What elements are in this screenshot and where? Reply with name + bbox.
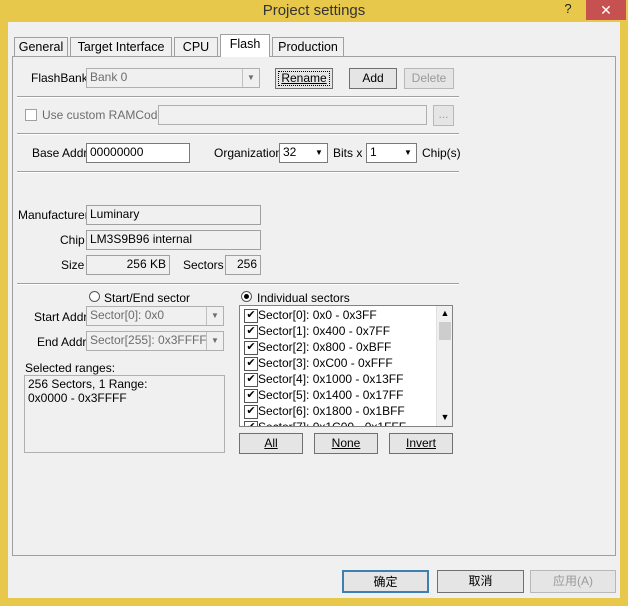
individual-sectors-radio[interactable] [241,291,252,302]
ok-button[interactable]: 确定 [342,570,429,593]
chips-value: 1 [370,145,377,159]
rename-button[interactable]: Rename [275,68,333,89]
checkbox[interactable]: ✔ [244,341,258,355]
organization-select[interactable]: 32 ▼ [279,143,328,163]
bits-x-label: Bits x [333,146,363,160]
checkbox[interactable]: ✔ [244,309,258,323]
chips-select[interactable]: 1 ▼ [366,143,417,163]
select-none-button[interactable]: None [314,433,378,454]
end-addr-label: End Addr [37,335,87,349]
chip-field: LM3S9B96 internal [86,230,261,250]
startend-label: Start/End sector [104,291,191,305]
flashbank-label: FlashBank [31,71,88,85]
ramcode-path-input[interactable] [158,105,427,125]
tab-flash[interactable]: Flash [220,34,270,57]
checkbox[interactable]: ✔ [244,325,258,339]
chips-label: Chip(s) [422,146,461,160]
size-field: 256 KB [86,255,170,275]
chevron-down-icon: ▼ [242,69,259,87]
chevron-down-icon: ▼ [404,148,412,157]
sector-label: Sector[1]: 0x400 - 0x7FF [258,324,391,338]
sectors-count-field: 256 [225,255,261,275]
startend-radio[interactable] [89,291,100,302]
chip-label: Chip [60,233,85,247]
start-addr-select[interactable]: Sector[0]: 0x0 ▼ [86,306,224,326]
individual-sectors-label: Individual sectors [257,291,350,305]
apply-button[interactable]: 应用(A) [530,570,616,593]
ramcode-checkbox[interactable] [25,109,37,121]
close-button[interactable]: ✕ [586,0,626,20]
scrollbar[interactable]: ▲ ▼ [436,306,452,426]
title-bar: Project settings ? ✕ [0,0,628,22]
sector-label: Sector[0]: 0x0 - 0x3FF [258,308,377,322]
start-addr-label: Start Addr [34,310,88,324]
invert-selection-button[interactable]: Invert [389,433,453,454]
selected-ranges-line: 256 Sectors, 1 Range: [28,377,148,391]
chevron-down-icon: ▼ [206,332,223,350]
chevron-down-icon: ▼ [206,307,223,325]
separator [17,171,459,173]
scroll-down-icon[interactable]: ▼ [437,410,452,424]
delete-button[interactable]: Delete [404,68,454,89]
end-addr-value: Sector[255]: 0x3FFFF [90,333,207,347]
ramcode-browse-button[interactable]: ... [433,105,454,126]
sectors-count-label: Sectors [183,258,224,272]
base-addr-label: Base Addr [32,146,88,160]
sector-label: Sector[6]: 0x1800 - 0x1BFF [258,404,405,418]
separator [17,133,459,135]
manufacturer-label: Manufacturer [18,208,89,222]
scroll-up-icon[interactable]: ▲ [437,306,452,320]
flashbank-select[interactable]: Bank 0 ▼ [86,68,260,88]
checkbox[interactable]: ✔ [244,421,258,426]
sector-label: Sector[2]: 0x800 - 0xBFF [258,340,392,354]
sector-label: Sector[4]: 0x1000 - 0x13FF [258,372,404,386]
sector-label: Sector[5]: 0x1400 - 0x17FF [258,388,404,402]
cancel-button[interactable]: 取消 [437,570,524,593]
organization-label: Organization [214,146,283,160]
selected-ranges-line: 0x0000 - 0x3FFFF [28,391,127,405]
tab-target-interface[interactable]: Target Interface [70,37,172,57]
separator [17,96,459,98]
checkbox[interactable]: ✔ [244,389,258,403]
add-button[interactable]: Add [349,68,397,89]
separator [17,283,459,285]
manufacturer-field: Luminary [86,205,261,225]
checkbox[interactable]: ✔ [244,373,258,387]
ramcode-label: Use custom RAMCode [42,108,165,122]
selected-ranges-box: 256 Sectors, 1 Range: 0x0000 - 0x3FFFF [24,375,225,453]
select-none-label: None [331,436,361,450]
base-addr-input[interactable]: 00000000 [86,143,190,163]
tab-cpu[interactable]: CPU [174,37,218,57]
checkbox[interactable]: ✔ [244,405,258,419]
tab-production[interactable]: Production [272,37,344,57]
start-addr-value: Sector[0]: 0x0 [90,308,165,322]
sectors-listbox[interactable]: ✔ Sector[0]: 0x0 - 0x3FF ✔ Sector[1]: 0x40… [239,305,453,427]
checkbox[interactable]: ✔ [244,357,258,371]
rename-label: Rename [281,71,327,85]
tab-general[interactable]: General [14,37,68,57]
sector-label: Sector[3]: 0xC00 - 0xFFF [258,356,393,370]
sector-label: Sector[7]: 0x1C00 - 0x1FFF [258,420,407,427]
chevron-down-icon: ▼ [315,148,323,157]
selected-ranges-label: Selected ranges: [25,361,116,375]
window-title: Project settings [262,2,366,19]
flashbank-value: Bank 0 [90,70,128,84]
size-label: Size [61,258,85,272]
scrollbar-thumb[interactable] [439,322,451,340]
invert-label: Invert [405,436,436,450]
help-button[interactable]: ? [557,1,579,21]
select-all-label: All [264,436,278,450]
select-all-button[interactable]: All [239,433,303,454]
organization-value: 32 [283,145,297,159]
end-addr-select[interactable]: Sector[255]: 0x3FFFF ▼ [86,331,224,351]
